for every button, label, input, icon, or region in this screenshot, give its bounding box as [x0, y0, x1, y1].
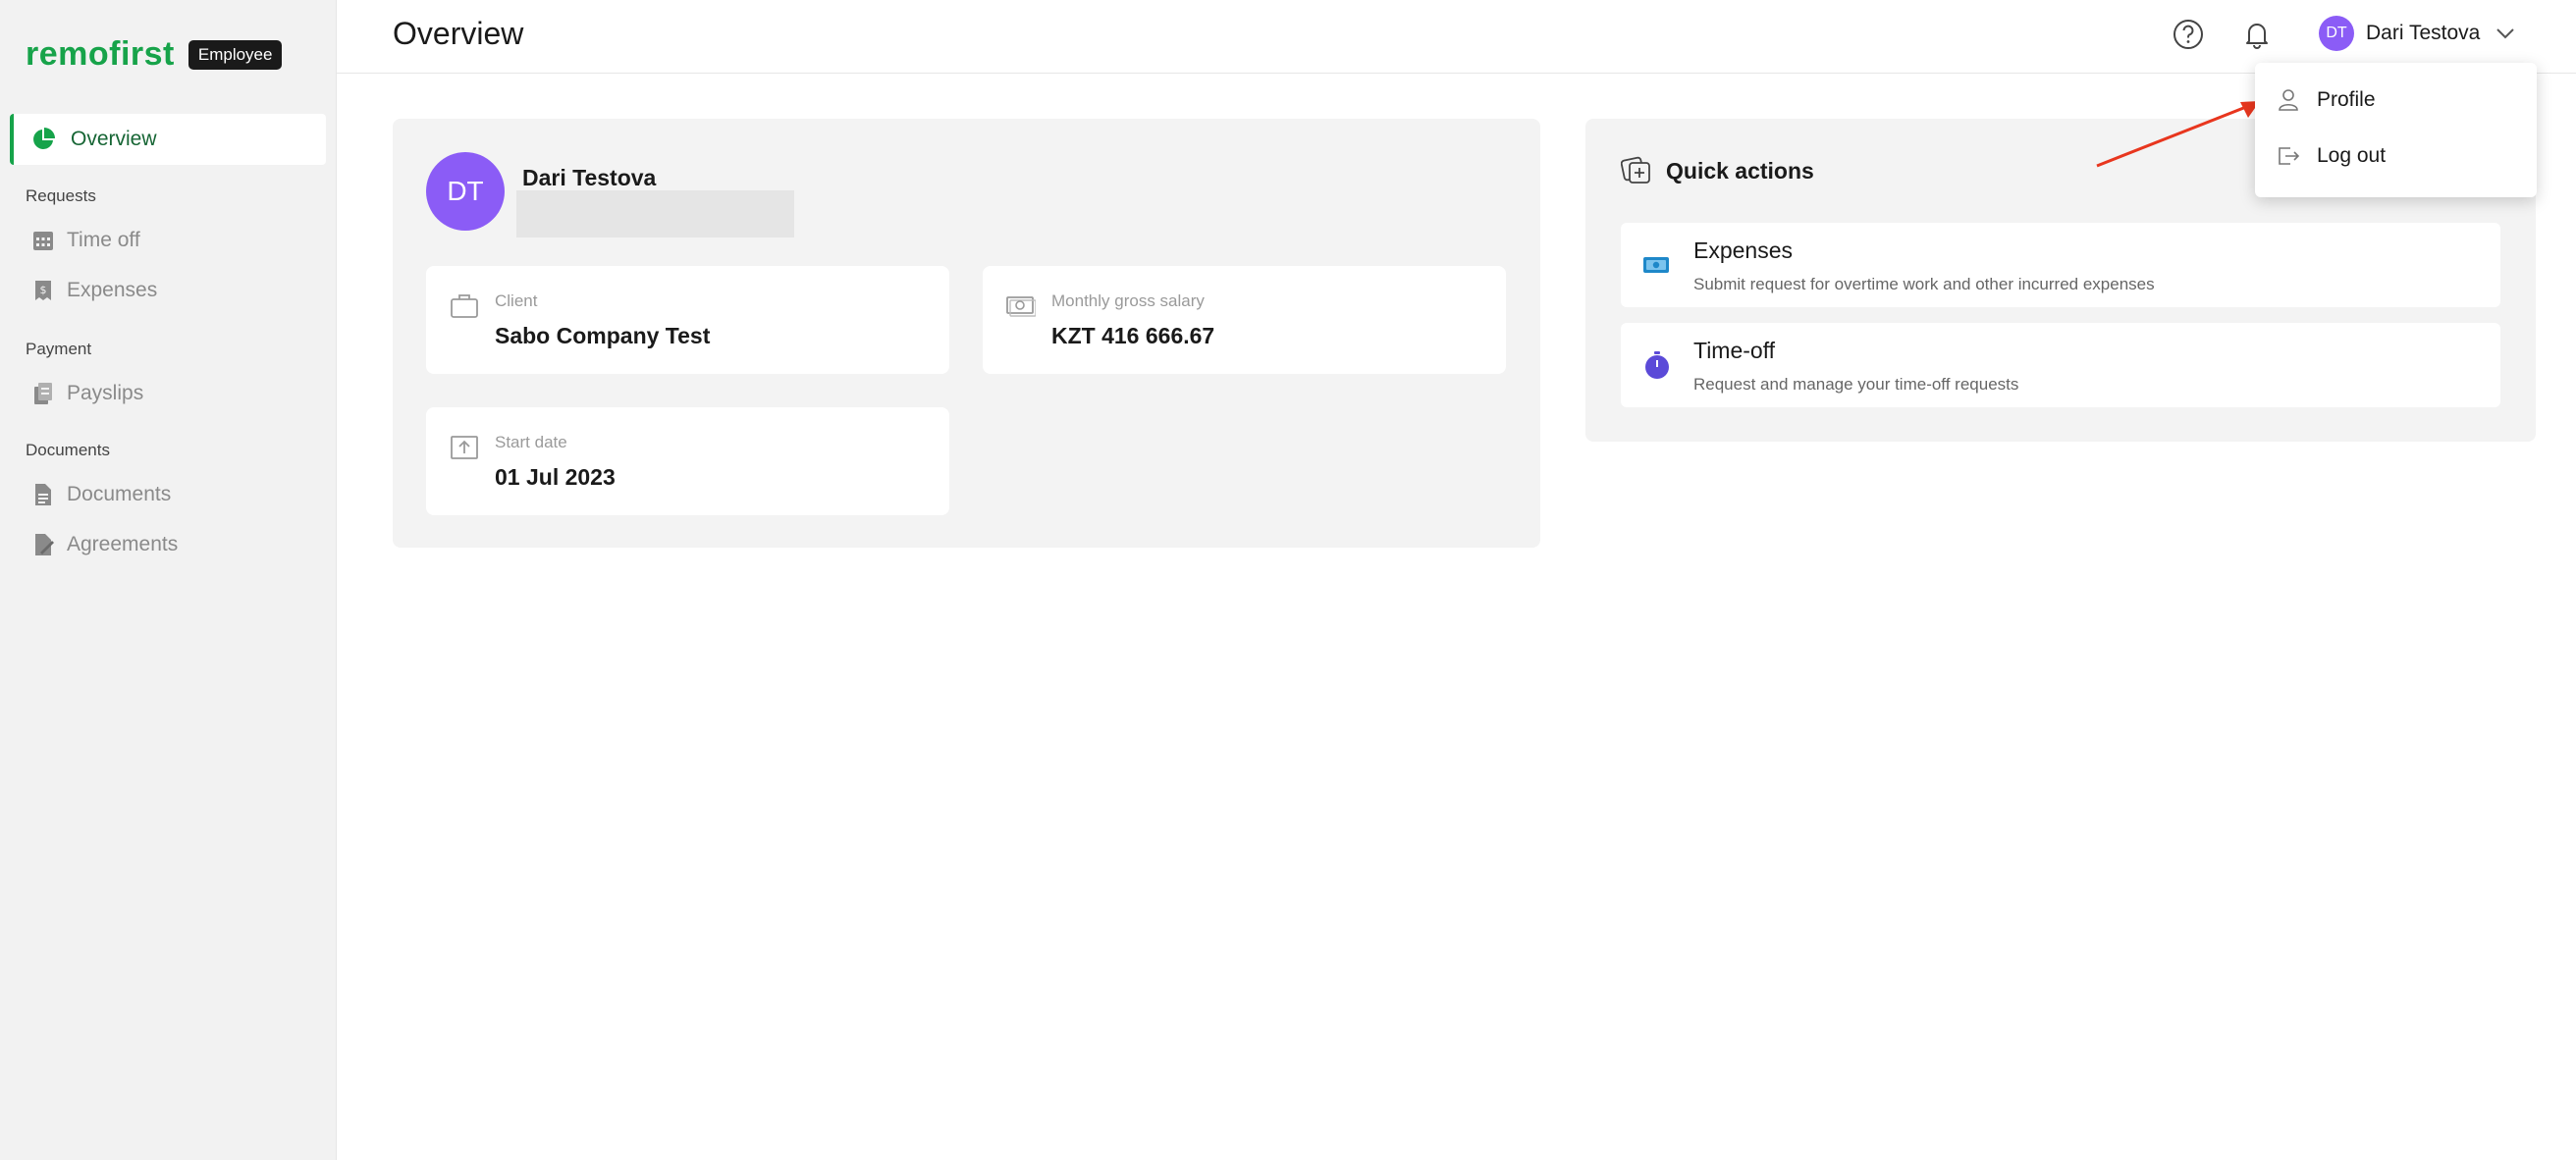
- quick-action-name: Time-off: [1693, 338, 1776, 363]
- cash-icon: [1643, 257, 1669, 273]
- profile-card: DT Dari Testova Client Sabo Company Test…: [393, 119, 1540, 548]
- document-icon: [35, 484, 51, 505]
- top-header: Overview DT Dari Testova: [337, 0, 2576, 74]
- user-menu-toggle[interactable]: DT Dari Testova: [2319, 16, 2517, 51]
- remofirst-logo[interactable]: remofirst: [26, 35, 175, 74]
- start-date-tile: Start date 01 Jul 2023: [426, 407, 949, 515]
- profile-avatar: DT: [426, 152, 505, 231]
- sidebar: remofirst Employee Overview Requests Tim…: [0, 0, 337, 1160]
- start-date-value: 01 Jul 2023: [495, 464, 616, 490]
- sidebar-item-documents[interactable]: Documents: [10, 469, 326, 520]
- user-icon: [2279, 89, 2298, 111]
- dropdown-item-label: Log out: [2317, 144, 2387, 167]
- calendar-icon: [33, 232, 53, 250]
- bell-icon[interactable]: [2240, 18, 2274, 51]
- quick-action-desc: Request and manage your time-off request…: [1693, 375, 2019, 394]
- sidebar-item-agreements[interactable]: Agreements: [10, 519, 326, 570]
- dropdown-item-logout[interactable]: Log out: [2255, 131, 2537, 182]
- client-value: Sabo Company Test: [495, 323, 711, 348]
- client-tile: Client Sabo Company Test: [426, 266, 949, 374]
- section-payment: Payment: [26, 340, 92, 358]
- sidebar-item-label: Agreements: [67, 533, 179, 555]
- sidebar-item-expenses[interactable]: $ Expenses: [10, 265, 326, 316]
- quick-action-name: Expenses: [1693, 237, 1794, 263]
- sidebar-item-overview[interactable]: Overview: [10, 114, 326, 165]
- stopwatch-icon: [1645, 351, 1669, 379]
- user-dropdown-menu: Profile Log out: [2255, 63, 2537, 197]
- briefcase-icon: [451, 294, 478, 318]
- svg-text:$: $: [40, 284, 47, 296]
- sidebar-item-payslips[interactable]: Payslips: [10, 368, 326, 419]
- sidebar-item-time-off[interactable]: Time off: [10, 215, 326, 266]
- logout-icon: [2279, 147, 2300, 165]
- page-title: Overview: [393, 16, 524, 51]
- role-badge: Employee: [188, 39, 283, 70]
- cash-icon: [1006, 296, 1036, 317]
- sidebar-item-label: Expenses: [67, 279, 158, 301]
- user-name: Dari Testova: [2366, 22, 2481, 44]
- quick-action-desc: Submit request for overtime work and oth…: [1693, 275, 2155, 293]
- payslip-icon: [34, 383, 52, 404]
- add-stack-icon: [1621, 156, 1650, 184]
- sidebar-item-label: Documents: [67, 483, 172, 505]
- brand: remofirst Employee: [26, 35, 283, 74]
- section-requests: Requests: [26, 186, 96, 205]
- dropdown-item-label: Profile: [2317, 88, 2376, 111]
- agreement-icon: [35, 534, 54, 555]
- annotation-arrow: [2096, 101, 2260, 168]
- sidebar-item-label: Payslips: [67, 382, 144, 404]
- quick-action-expenses[interactable]: Expenses Submit request for overtime wor…: [1621, 223, 2500, 307]
- sidebar-item-label: Time off: [67, 229, 140, 251]
- pie-chart-icon: [33, 128, 55, 149]
- avatar: DT: [2319, 16, 2354, 51]
- client-label: Client: [495, 291, 538, 310]
- employee-name: Dari Testova: [522, 165, 657, 190]
- app-root: remofirst Employee Overview Requests Tim…: [0, 0, 2576, 1160]
- salary-tile: Monthly gross salary KZT 416 666.67: [983, 266, 1506, 374]
- quick-actions-title: Quick actions: [1666, 158, 1814, 184]
- help-icon[interactable]: [2172, 18, 2205, 51]
- section-documents: Documents: [26, 441, 110, 459]
- sidebar-item-label: Overview: [71, 128, 157, 150]
- salary-value: KZT 416 666.67: [1051, 323, 1215, 348]
- upload-icon: [451, 436, 478, 459]
- start-date-label: Start date: [495, 433, 567, 451]
- salary-label: Monthly gross salary: [1051, 291, 1205, 310]
- chevron-down-icon: [2496, 28, 2515, 39]
- receipt-icon: $: [35, 281, 51, 300]
- redacted-field: [516, 190, 794, 237]
- dropdown-item-profile[interactable]: Profile: [2255, 75, 2537, 126]
- quick-action-time-off[interactable]: Time-off Request and manage your time-of…: [1621, 323, 2500, 407]
